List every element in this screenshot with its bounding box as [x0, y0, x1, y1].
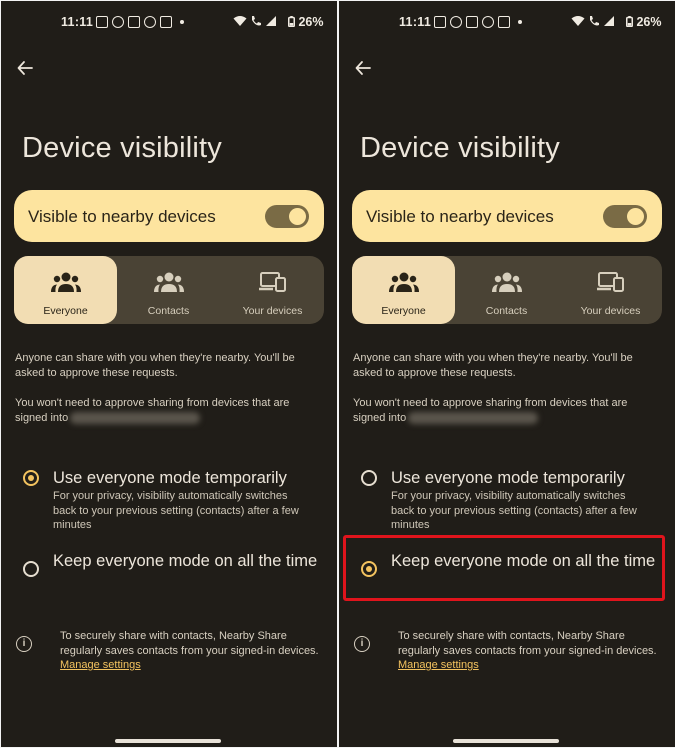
wifi-icon	[233, 16, 247, 26]
radio-always[interactable]	[361, 561, 377, 577]
signal-icon	[604, 16, 614, 26]
segment-label: Contacts	[147, 305, 190, 317]
segment-label: Contacts	[485, 305, 528, 317]
option-temporary-subtitle: For your privacy, visibility automatical…	[53, 490, 299, 531]
visibility-segmented-control: Everyone Contacts Your devices	[14, 256, 324, 324]
battery-icon	[288, 16, 295, 28]
info-text: To securely share with contacts, Nearby …	[398, 629, 658, 673]
toggle-knob	[627, 208, 644, 225]
signal-icon	[266, 16, 276, 26]
battery-status: 26%	[626, 15, 662, 29]
status-time: 11:11	[399, 15, 432, 29]
visibility-toggle[interactable]	[265, 205, 309, 228]
signed-in-text: You won't need to approve sharing from d…	[353, 396, 653, 426]
status-bar: 11:11 26%	[1, 14, 337, 34]
message-icon	[96, 16, 108, 28]
linkedin-icon	[498, 16, 510, 28]
people-group-icon	[388, 272, 419, 292]
instagram-icon	[450, 16, 462, 28]
linkedin-icon	[466, 16, 478, 28]
home-indicator[interactable]	[453, 739, 559, 743]
linkedin-icon	[128, 16, 140, 28]
option-temporary-subtitle: For your privacy, visibility automatical…	[391, 490, 637, 531]
slack-icon	[482, 16, 494, 28]
info-text: To securely share with contacts, Nearby …	[60, 629, 320, 673]
visibility-toggle[interactable]	[603, 205, 647, 228]
description-text: Anyone can share with you when they're n…	[353, 352, 633, 379]
segment-your-devices[interactable]: Your devices	[221, 256, 324, 324]
manage-settings-link[interactable]: Manage settings	[60, 659, 141, 671]
segment-your-devices[interactable]: Your devices	[559, 256, 662, 324]
redacted-account	[70, 412, 201, 425]
slack-icon	[144, 16, 156, 28]
notification-icons	[96, 16, 184, 28]
battery-percent: 26%	[636, 15, 662, 29]
visibility-card[interactable]: Visible to nearby devices	[14, 190, 324, 242]
call-icon	[590, 16, 599, 26]
option-temporary-title: Use everyone mode temporarily	[53, 469, 287, 487]
home-indicator[interactable]	[115, 739, 221, 743]
radio-temporary[interactable]	[361, 470, 377, 486]
page-title: Device visibility	[360, 132, 560, 164]
phone-screen-left: 11:11 26% Device visibility Visible to n…	[1, 1, 337, 747]
more-dot-icon	[180, 20, 184, 24]
status-time: 11:11	[61, 15, 94, 29]
signed-in-text: You won't need to approve sharing from d…	[15, 396, 315, 426]
segment-everyone[interactable]: Everyone	[14, 256, 117, 324]
segment-label: Your devices	[242, 305, 303, 317]
linkedin-icon	[160, 16, 172, 28]
segment-label: Everyone	[43, 305, 88, 317]
call-icon	[252, 16, 261, 26]
back-arrow-icon[interactable]	[16, 59, 34, 77]
option-always-title: Keep everyone mode on all the time	[391, 552, 656, 570]
battery-percent: 26%	[298, 15, 324, 29]
phone-screen-right: 11:11 26% Device visibility Visible to n…	[339, 1, 675, 747]
more-dot-icon	[518, 20, 522, 24]
contacts-group-icon	[491, 272, 522, 292]
contacts-group-icon	[153, 272, 184, 292]
info-body: To securely share with contacts, Nearby …	[398, 630, 657, 657]
battery-status: 26%	[288, 15, 324, 29]
visibility-label: Visible to nearby devices	[366, 207, 554, 226]
segment-contacts[interactable]: Contacts	[455, 256, 558, 324]
system-icons	[571, 15, 615, 27]
info-icon: i	[16, 636, 32, 652]
option-temporary-title: Use everyone mode temporarily	[391, 469, 625, 487]
segment-label: Everyone	[381, 305, 426, 317]
visibility-card[interactable]: Visible to nearby devices	[352, 190, 662, 242]
system-icons	[233, 15, 277, 27]
segment-label: Your devices	[580, 305, 641, 317]
info-body: To securely share with contacts, Nearby …	[60, 630, 319, 657]
segment-contacts[interactable]: Contacts	[117, 256, 220, 324]
devices-icon	[596, 272, 624, 292]
battery-icon	[626, 16, 633, 28]
description-text: Anyone can share with you when they're n…	[15, 352, 295, 379]
status-bar: 11:11 26%	[339, 14, 675, 34]
radio-temporary[interactable]	[23, 470, 39, 486]
visibility-segmented-control: Everyone Contacts Your devices	[352, 256, 662, 324]
wifi-icon	[571, 16, 585, 26]
devices-icon	[258, 272, 286, 292]
message-icon	[434, 16, 446, 28]
page-title: Device visibility	[22, 132, 222, 164]
notification-icons	[434, 16, 522, 28]
visibility-label: Visible to nearby devices	[28, 207, 216, 226]
people-group-icon	[50, 272, 81, 292]
redacted-account	[408, 412, 539, 425]
manage-settings-link[interactable]: Manage settings	[398, 659, 479, 671]
toggle-knob	[289, 208, 306, 225]
back-arrow-icon[interactable]	[354, 59, 372, 77]
radio-always[interactable]	[23, 561, 39, 577]
instagram-icon	[112, 16, 124, 28]
info-icon: i	[354, 636, 370, 652]
segment-everyone[interactable]: Everyone	[352, 256, 455, 324]
option-always-title: Keep everyone mode on all the time	[53, 552, 318, 570]
